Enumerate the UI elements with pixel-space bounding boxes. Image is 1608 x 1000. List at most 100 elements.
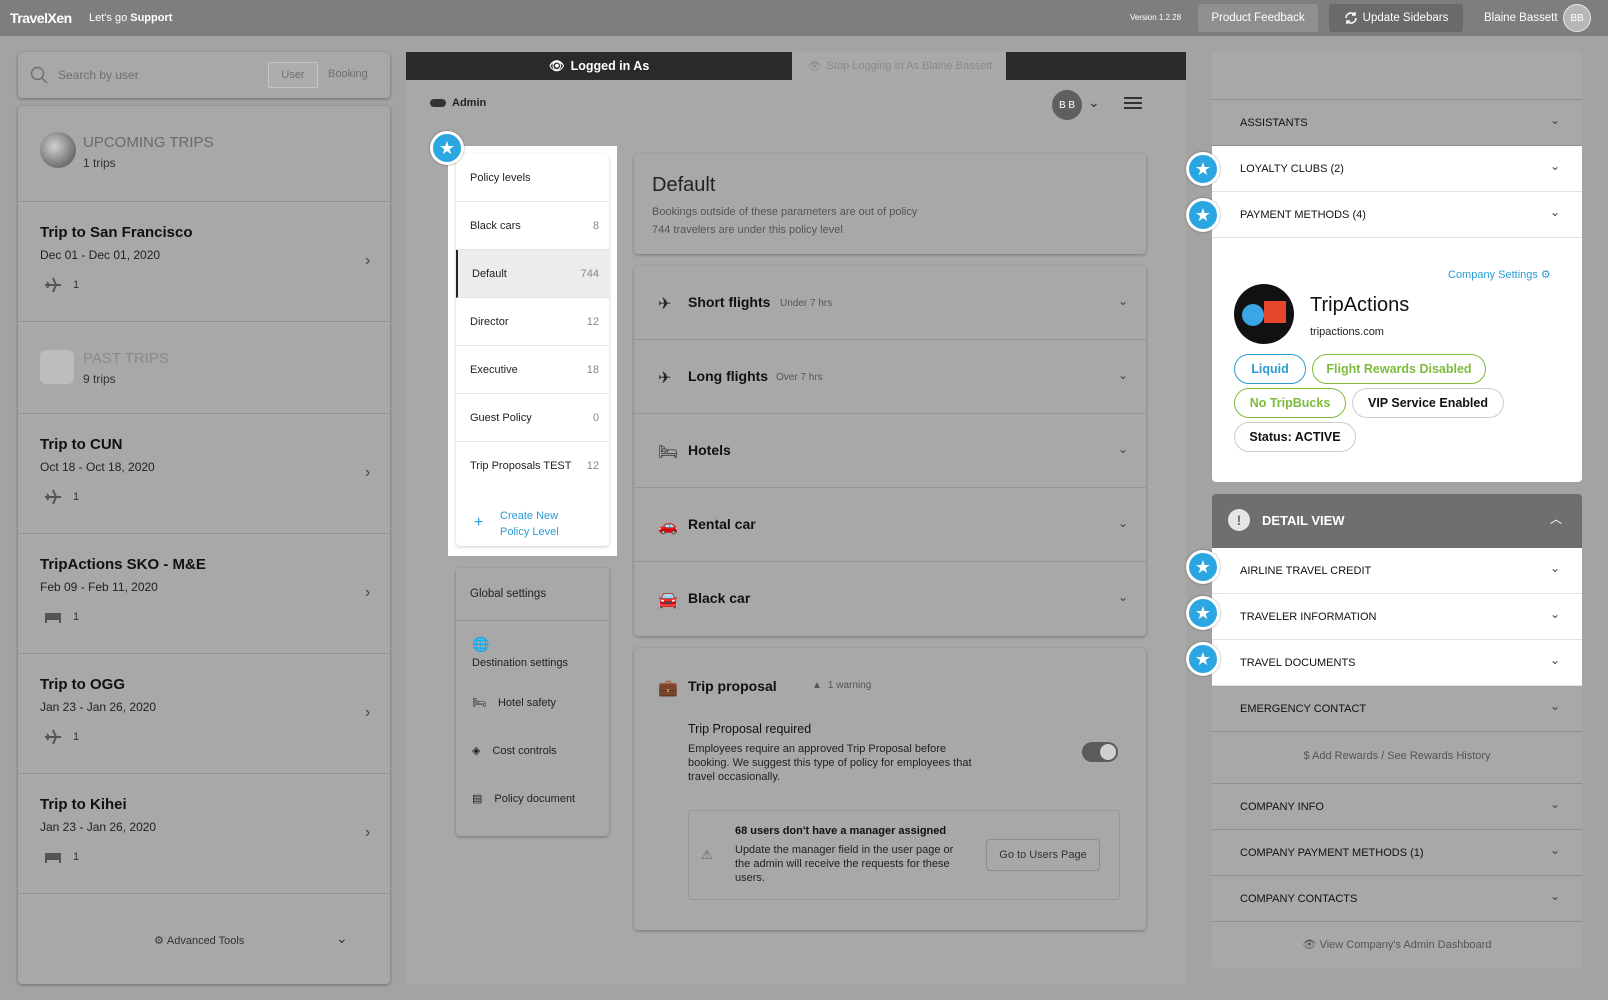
sidebar-row-company-payment[interactable]: COMPANY PAYMENT METHODS (1) ⌄ xyxy=(1212,830,1582,876)
badge-liquid: Liquid xyxy=(1234,354,1306,384)
category-rental-car[interactable]: 🚗 Rental car ⌄ xyxy=(634,488,1146,562)
bar-fill xyxy=(1006,52,1186,80)
create-policy-level-button[interactable]: Create New Policy Level xyxy=(500,508,559,540)
trip-card[interactable]: Trip to CUN Oct 18 - Oct 18, 2020 1 › xyxy=(18,414,390,534)
advanced-tools-button[interactable]: ⚙ Advanced Tools xyxy=(154,934,245,948)
chauffeur-icon: 🚘 xyxy=(658,592,678,609)
trip-title: TripActions SKO - M&E xyxy=(40,556,206,573)
category-short-flights[interactable]: ✈ Short flights Under 7 hrs ⌄ xyxy=(634,266,1146,340)
sidebar-row-traveler-info[interactable]: TRAVELER INFORMATION ⌄ xyxy=(1212,594,1582,640)
trip-card[interactable]: Trip to Kihei Jan 23 - Jan 26, 2020 1 › xyxy=(18,774,390,894)
warning-icon: ⚠ xyxy=(701,847,713,862)
policy-document-link[interactable]: ▤ Policy document xyxy=(472,792,575,806)
destination-settings-link[interactable]: 🌐 Destination settings xyxy=(472,636,568,669)
policy-levels-list: Policy levels Black cars 8 Default 744 Dir… xyxy=(456,154,609,546)
star-icon: ★ xyxy=(430,131,464,165)
star-icon: ★ xyxy=(1186,596,1220,630)
brand-logo: TravelXen xyxy=(10,10,72,26)
view-admin-dashboard-link[interactable]: 👁 View Company's Admin Dashboard xyxy=(1212,922,1582,968)
trip-card[interactable]: Trip to OGG Jan 23 - Jan 26, 2020 1 › xyxy=(18,654,390,774)
search-mode-booking[interactable]: Booking xyxy=(328,68,368,80)
refresh-icon xyxy=(1344,12,1357,24)
dollar-icon: ◈ xyxy=(472,745,481,757)
car-icon: 🚗 xyxy=(658,518,678,535)
go-to-users-page-button[interactable]: Go to Users Page xyxy=(986,839,1100,871)
company-name: TripActions xyxy=(1310,294,1410,316)
cost-controls-link[interactable]: ◈ Cost controls xyxy=(472,744,557,758)
category-hotels[interactable]: 🛏 Hotels ⌄ xyxy=(634,414,1146,488)
policy-level-item-selected[interactable]: Default 744 xyxy=(456,250,609,298)
sidebar-row-top xyxy=(1212,52,1582,100)
sidebar-row-company-info[interactable]: COMPANY INFO ⌄ xyxy=(1212,784,1582,830)
detail-view-body: AIRLINE TRAVEL CREDIT ⌄ TRAVELER INFORMAT… xyxy=(1212,548,1582,972)
chevron-down-icon[interactable]: ⌄ xyxy=(336,930,348,947)
trip-card[interactable]: TripActions SKO - M&E Feb 09 - Feb 11, 2… xyxy=(18,534,390,654)
policy-level-item[interactable]: Guest Policy 0 xyxy=(456,394,609,442)
toggle-knob xyxy=(1100,744,1116,760)
upcoming-trips-section[interactable]: UPCOMING TRIPS 1 trips xyxy=(18,106,390,202)
update-sidebars-button[interactable]: Update Sidebars xyxy=(1329,4,1463,32)
sidebar-row-travel-documents[interactable]: TRAVEL DOCUMENTS ⌄ xyxy=(1212,640,1582,686)
payment-methods-panel: Company Settings ⚙ TripActions tripaction… xyxy=(1212,238,1582,482)
stop-logging-in-button[interactable]: 👁 Stop Logging In As Blaine Bassett xyxy=(794,53,1006,79)
policy-level-item[interactable]: Executive 18 xyxy=(456,346,609,394)
brand-tagline: Let's go Support xyxy=(89,12,173,24)
category-black-car[interactable]: 🚘 Black car ⌄ xyxy=(634,562,1146,636)
trip-title: Trip to San Francisco xyxy=(40,224,193,241)
search-input[interactable]: Search by user xyxy=(58,68,139,82)
policy-level-item[interactable]: Trip Proposals TEST 12 xyxy=(456,442,609,490)
chevron-down-icon[interactable]: ⌄ xyxy=(1088,94,1100,111)
chevron-down-icon: ⌄ xyxy=(1550,607,1561,621)
advanced-tools-label: Advanced Tools xyxy=(166,934,245,947)
category-long-flights[interactable]: ✈ Long flights Over 7 hrs ⌄ xyxy=(634,340,1146,414)
sidebar-row-payment-methods[interactable]: PAYMENT METHODS (4) ⌄ xyxy=(1212,192,1582,238)
user-avatar[interactable]: BB xyxy=(1563,4,1591,32)
upcoming-trips-count: 1 trips xyxy=(83,156,116,170)
search-mode-user[interactable]: User xyxy=(268,62,318,88)
chevron-right-icon: › xyxy=(365,252,371,269)
add-rewards-link[interactable]: $ Add Rewards / See Rewards History xyxy=(1212,732,1582,784)
trip-proposal-card: 💼 Trip proposal ▲ 1 warning Trip Proposal… xyxy=(634,648,1146,930)
past-trips-count: 9 trips xyxy=(83,372,116,386)
past-trips-section[interactable]: PAST TRIPS 9 trips xyxy=(18,322,390,414)
policy-categories-card: ✈ Short flights Under 7 hrs ⌄ ✈ Long flights… xyxy=(634,266,1146,636)
company-settings-link[interactable]: Company Settings ⚙ xyxy=(1448,268,1551,282)
sidebar-row-emergency-contact[interactable]: EMERGENCY CONTACT ⌄ xyxy=(1212,686,1582,732)
product-feedback-button[interactable]: Product Feedback xyxy=(1198,4,1318,32)
eye-icon: 👁 xyxy=(807,60,822,73)
plane-icon: ✈ xyxy=(658,370,672,387)
plane-icon xyxy=(45,729,61,745)
trip-proposal-required-label: Trip Proposal required xyxy=(688,722,812,736)
policy-level-item[interactable]: Director 12 xyxy=(456,298,609,346)
chevron-right-icon: › xyxy=(365,584,371,601)
briefcase-icon: 💼 xyxy=(658,680,678,697)
warning-body: Update the manager field in the user pag… xyxy=(735,844,954,884)
hamburger-menu-icon[interactable] xyxy=(1124,97,1142,109)
warning-icon: ▲ xyxy=(812,680,822,691)
upcoming-trips-heading: UPCOMING TRIPS xyxy=(83,134,214,151)
trip-card[interactable]: Trip to San Francisco Dec 01 - Dec 01, 2… xyxy=(18,202,390,322)
policy-level-item[interactable]: Black cars 8 xyxy=(456,202,609,250)
sidebar-row-company-contacts[interactable]: COMPANY CONTACTS ⌄ xyxy=(1212,876,1582,922)
detail-view-header[interactable]: ! DETAIL VIEW ︿ xyxy=(1212,494,1582,548)
policy-description: Bookings outside of these parameters are… xyxy=(652,206,918,218)
globe-icon: 🌐 xyxy=(472,636,490,652)
sidebar-row-assistants[interactable]: ASSISTANTS ⌄ xyxy=(1212,100,1582,146)
sidebar-row-airline-credit[interactable]: AIRLINE TRAVEL CREDIT ⌄ xyxy=(1212,548,1582,594)
company-logo xyxy=(1234,284,1294,344)
trip-dates: Oct 18 - Oct 18, 2020 xyxy=(40,460,155,474)
policy-levels-header: Policy levels xyxy=(456,154,609,202)
trip-item-count: 1 xyxy=(73,491,80,503)
hotel-safety-link[interactable]: 🛏 Hotel safety xyxy=(472,696,556,710)
chevron-down-icon: ⌄ xyxy=(1550,159,1561,173)
trip-proposal-description: Employees require an approved Trip Propo… xyxy=(688,743,972,783)
chevron-down-icon: ⌄ xyxy=(1550,699,1561,713)
bed-icon xyxy=(45,613,61,623)
trip-proposal-toggle[interactable] xyxy=(1082,742,1118,762)
logged-in-bar: 👁 Logged in As xyxy=(406,52,792,80)
chevron-right-icon: › xyxy=(365,464,371,481)
sidebar-row-loyalty-clubs[interactable]: LOYALTY CLUBS (2) ⌄ xyxy=(1212,146,1582,192)
admin-avatar[interactable]: B B xyxy=(1052,90,1082,120)
calendar-icon xyxy=(40,350,74,384)
rewards-icon: $ xyxy=(1303,750,1313,762)
